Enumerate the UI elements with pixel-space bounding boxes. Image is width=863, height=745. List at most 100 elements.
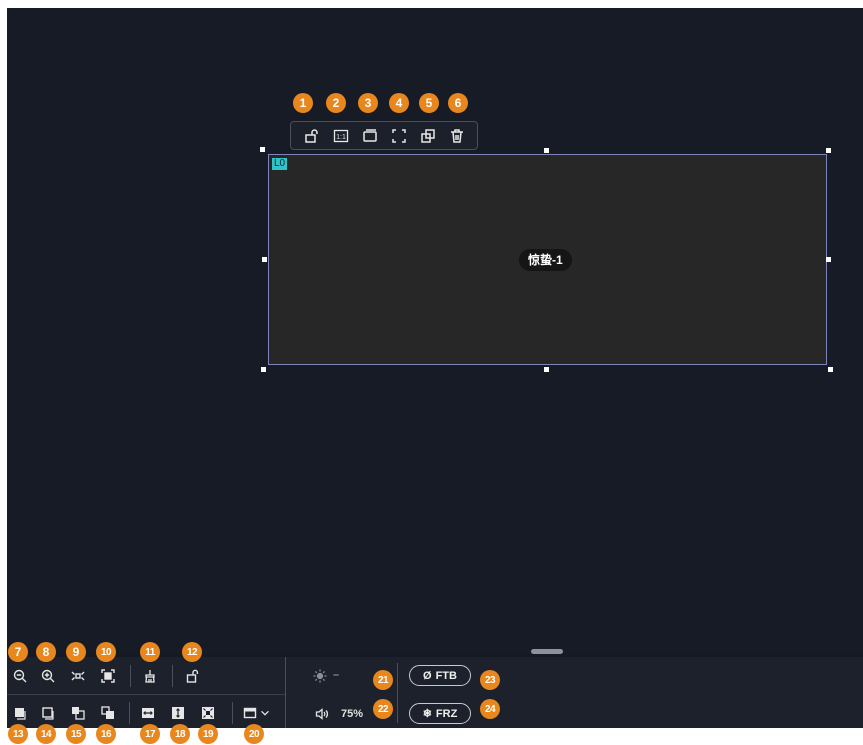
bring-forward-icon: [72, 707, 85, 720]
full-fill-button[interactable]: [199, 704, 217, 722]
resize-handle-bottom-right[interactable]: [828, 367, 833, 372]
send-to-back-button[interactable]: [39, 704, 57, 722]
annotation-badge: 5: [419, 93, 439, 113]
resize-handle-left[interactable]: [262, 257, 267, 262]
layer-window[interactable]: L0 惊蛰-1: [268, 154, 827, 365]
app-window: 1:1 L0 惊蛰-1 – 75% Ø FTB ❄ FRZ: [7, 8, 863, 728]
volume-icon: [315, 708, 329, 720]
panel-drag-handle[interactable]: [531, 649, 563, 654]
window-icon: [362, 128, 377, 142]
divider: [172, 665, 173, 687]
resize-handle-top[interactable]: [544, 148, 549, 153]
layout-template-button[interactable]: [241, 704, 259, 722]
window-size-button[interactable]: [359, 125, 381, 147]
one-to-one-button[interactable]: 1:1: [330, 125, 352, 147]
frz-button[interactable]: ❄ FRZ: [409, 703, 471, 724]
layer-toolbar: 1:1: [290, 121, 478, 150]
annotation-badge: 12: [182, 642, 202, 662]
annotation-badge: 3: [358, 93, 378, 113]
ftb-label: FTB: [435, 669, 457, 682]
fullscreen-icon: [391, 128, 406, 143]
divider: [232, 702, 233, 724]
clear-button[interactable]: [141, 667, 159, 685]
annotation-badge: 1: [293, 93, 313, 113]
brightness-button[interactable]: [311, 667, 329, 685]
bring-forward-button[interactable]: [69, 704, 87, 722]
freeze-icon: ❄: [422, 708, 432, 720]
frz-label: FRZ: [435, 707, 458, 720]
divider: [130, 665, 131, 687]
brightness-value: –: [333, 669, 340, 681]
brightness-icon: [313, 669, 327, 683]
layer-tag: L0: [272, 158, 288, 170]
delete-icon: [450, 128, 463, 143]
resize-handle-top-right[interactable]: [826, 148, 831, 153]
fit-center-icon: [71, 671, 85, 681]
vertical-fill-button[interactable]: [169, 704, 187, 722]
unlock-icon: [186, 669, 199, 683]
annotation-badge: 24: [480, 699, 500, 719]
layout-template-dropdown[interactable]: [259, 704, 271, 722]
send-backward-button[interactable]: [99, 704, 117, 722]
bring-to-front-button[interactable]: [11, 704, 29, 722]
svg-text:1:1: 1:1: [336, 134, 346, 141]
annotation-badge: 17: [140, 724, 160, 744]
fullscreen-button[interactable]: [388, 125, 410, 147]
annotation-badge: 21: [373, 670, 393, 690]
annotation-badge: 7: [8, 642, 28, 662]
annotation-badge: 8: [36, 642, 56, 662]
zoom-out-button[interactable]: [11, 667, 29, 685]
divider: [397, 663, 398, 723]
delete-layer-button[interactable]: [446, 125, 468, 147]
copy-layer-button[interactable]: [417, 125, 439, 147]
resize-handle-top-left[interactable]: [260, 147, 265, 152]
annotation-badge: 6: [448, 93, 468, 113]
resize-handle-bottom-left[interactable]: [261, 367, 266, 372]
ftb-button[interactable]: Ø FTB: [409, 665, 471, 686]
divider: [285, 657, 286, 728]
divider: [129, 702, 130, 724]
zoom-out-icon: [13, 669, 27, 683]
annotation-badge: 13: [8, 724, 28, 744]
annotation-badge: 14: [36, 724, 56, 744]
horizontal-fill-button[interactable]: [139, 704, 157, 722]
annotation-badge: 10: [96, 642, 116, 662]
chevron-down-icon: [261, 710, 269, 716]
bottom-toolbar: – 75% Ø FTB ❄ FRZ: [7, 657, 863, 728]
resize-handle-bottom[interactable]: [544, 367, 549, 372]
fit-center-button[interactable]: [69, 667, 87, 685]
lock-layer-button[interactable]: [301, 125, 323, 147]
zoom-in-button[interactable]: [39, 667, 57, 685]
annotation-badge: 11: [140, 642, 160, 662]
volume-value: 75%: [341, 708, 364, 720]
layer-name: 惊蛰-1: [519, 249, 572, 271]
annotation-badge: 23: [480, 670, 500, 690]
row-divider: [7, 694, 285, 695]
broom-icon: [145, 670, 155, 683]
send-to-back-icon: [42, 707, 54, 720]
horizontal-fill-icon: [142, 708, 154, 718]
resize-handle-right[interactable]: [826, 257, 831, 262]
one-to-one-icon: 1:1: [333, 129, 348, 142]
send-backward-icon: [101, 706, 114, 719]
annotation-badge: 19: [198, 724, 218, 744]
annotation-badge: 15: [66, 724, 86, 744]
annotation-badge: 2: [326, 93, 346, 113]
annotation-badge: 9: [66, 642, 86, 662]
fit-screen-button[interactable]: [99, 667, 117, 685]
annotation-badge: 18: [170, 724, 190, 744]
window-template-icon: [243, 707, 257, 719]
annotation-badge: 4: [389, 93, 409, 113]
full-fill-icon: [202, 707, 214, 719]
fade-to-black-icon: Ø: [423, 669, 432, 682]
copy-icon: [420, 128, 435, 143]
fit-screen-icon: [101, 669, 115, 683]
lock-all-button[interactable]: [184, 667, 202, 685]
annotation-badge: 16: [96, 724, 116, 744]
bring-to-front-icon: [15, 708, 26, 720]
annotation-badge: 22: [373, 699, 393, 719]
volume-button[interactable]: [313, 705, 331, 723]
zoom-in-icon: [41, 669, 55, 683]
unlock-icon: [304, 128, 318, 143]
annotation-badge: 20: [244, 724, 264, 744]
